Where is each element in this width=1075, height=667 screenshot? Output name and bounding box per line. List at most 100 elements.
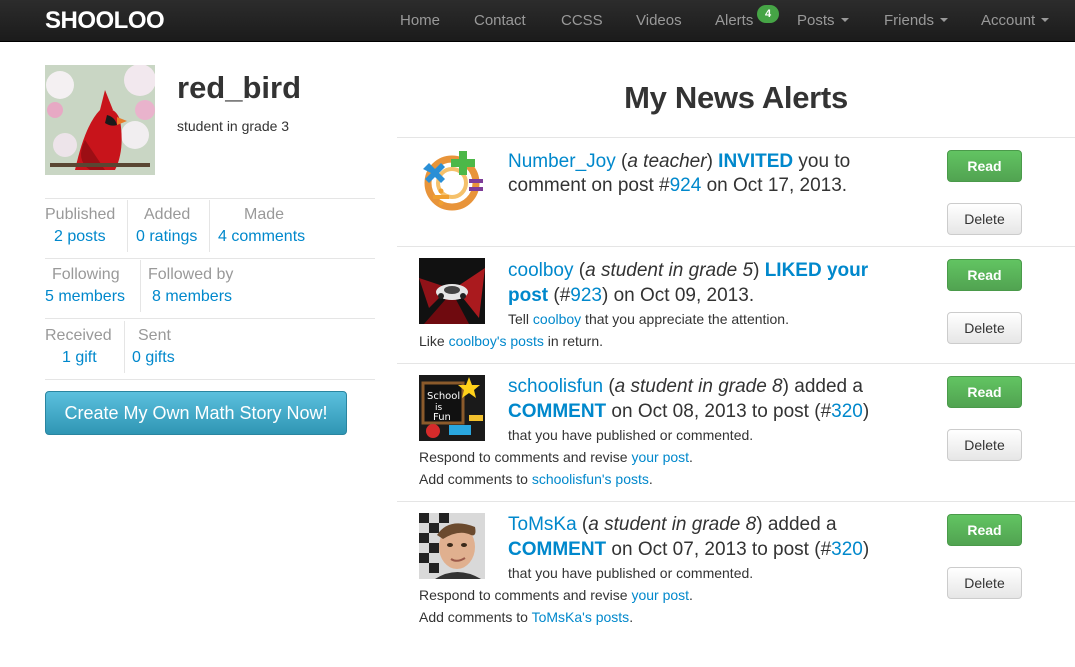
divider <box>397 363 1075 364</box>
create-math-story-button[interactable]: Create My Own Math Story Now! <box>45 391 347 435</box>
nav-posts-label: Posts <box>797 12 835 29</box>
divider <box>397 137 1075 138</box>
alert-text: added a <box>788 376 863 397</box>
svg-text:Fun: Fun <box>433 412 451 423</box>
read-button[interactable]: Read <box>947 376 1022 408</box>
brand-logo[interactable]: SHOOLOO <box>45 7 165 35</box>
sent-label: Sent <box>138 327 171 344</box>
caret-down-icon <box>940 18 949 22</box>
caret-down-icon <box>840 18 849 22</box>
delete-button[interactable]: Delete <box>947 203 1022 235</box>
alert-line-1: ToMsKa (a student in grade 8) added a <box>508 514 837 535</box>
alert-user-link[interactable]: coolboy <box>508 260 574 281</box>
following-value-link[interactable]: 5 members <box>45 288 125 306</box>
profile-username: red_bird <box>177 70 302 105</box>
delete-button[interactable]: Delete <box>947 312 1022 344</box>
alert-post-link[interactable]: 320 <box>831 401 863 422</box>
nav-posts[interactable]: Posts <box>797 12 849 29</box>
caret-down-icon <box>1041 18 1050 22</box>
received-label: Received <box>45 327 112 344</box>
nav-ccss[interactable]: CCSS <box>561 12 603 29</box>
divider <box>127 200 128 252</box>
made-value-link[interactable]: 4 comments <box>218 228 305 246</box>
delete-button[interactable]: Delete <box>947 567 1022 599</box>
alert-post-link[interactable]: 320 <box>831 539 863 560</box>
alert-posts-link[interactable]: coolboy's posts <box>449 333 544 349</box>
published-label: Published <box>45 206 116 223</box>
top-navbar: SHOOLOO Home Contact CCSS Videos Alerts … <box>0 0 1075 42</box>
divider <box>397 246 1075 247</box>
nav-friends-label: Friends <box>884 12 935 29</box>
nav-friends[interactable]: Friends <box>884 12 949 29</box>
alert-text: Respond to comments and revise <box>419 587 632 603</box>
alert-user-role: a student in grade 8 <box>614 376 783 397</box>
alert-text: . <box>648 471 653 487</box>
alert-line-1: coolboy (a student in grade 5) LIKED you… <box>508 260 869 281</box>
alert-text: on Oct 17, 2013. <box>701 175 848 196</box>
boy-photo-avatar[interactable] <box>419 513 485 579</box>
alert-action: COMMENT <box>508 401 607 422</box>
read-button[interactable]: Read <box>947 150 1022 182</box>
divider <box>45 198 375 199</box>
sent-value-link[interactable]: 0 gifts <box>132 349 175 367</box>
nav-alerts[interactable]: Alerts <box>715 12 753 29</box>
alert-text: Tell <box>508 311 533 327</box>
followed-by-value-link[interactable]: 8 members <box>152 288 232 306</box>
added-label: Added <box>144 206 191 223</box>
nav-account[interactable]: Account <box>981 12 1050 29</box>
alert-subtext: Like coolboy's posts in return. <box>419 333 603 349</box>
made-label: Made <box>244 206 285 223</box>
alert-line-2: comment on post #924 on Oct 17, 2013. <box>508 175 847 197</box>
divider <box>140 260 141 312</box>
alert-text: on Oct 08, 2013 to post (# <box>606 401 832 422</box>
received-value-link[interactable]: 1 gift <box>62 349 97 367</box>
alert-text: (# <box>548 285 571 306</box>
nav-account-label: Account <box>981 12 1036 29</box>
alert-text: . <box>629 609 634 625</box>
alert-text: comment on post # <box>508 175 670 196</box>
your-post-link[interactable]: your post <box>631 587 689 603</box>
alert-user-link[interactable]: coolboy <box>533 311 581 327</box>
your-post-link[interactable]: your post <box>631 449 689 465</box>
alert-post-link[interactable]: 924 <box>670 175 702 196</box>
nav-videos[interactable]: Videos <box>636 12 682 29</box>
school-is-fun-avatar[interactable]: School is Fun <box>419 375 485 441</box>
alert-post-link[interactable]: 923 <box>570 285 602 306</box>
alert-line-2: COMMENT on Oct 07, 2013 to post (#320) <box>508 539 869 561</box>
profile-subtitle: student in grade 3 <box>177 118 290 134</box>
read-button[interactable]: Read <box>947 514 1022 546</box>
alert-text: Respond to comments and revise <box>419 449 632 465</box>
divider <box>124 321 125 373</box>
alert-text: that you appreciate the attention. <box>581 311 789 327</box>
alert-subtext: Respond to comments and revise your post… <box>419 449 693 465</box>
alerts-count-badge: 4 <box>757 5 779 23</box>
alert-user-link[interactable]: ToMsKa <box>508 514 577 535</box>
alert-subtext: that you have published or commented. <box>508 565 754 581</box>
alert-text: . <box>689 449 693 465</box>
alert-subtext: Respond to comments and revise your post… <box>419 587 693 603</box>
alert-user-link[interactable]: schoolisfun <box>508 376 603 397</box>
alert-text: . <box>689 587 693 603</box>
math-symbols-avatar[interactable] <box>419 147 485 213</box>
svg-text:School: School <box>427 391 460 402</box>
alert-posts-link[interactable]: schoolisfun's posts <box>532 471 649 487</box>
delete-button[interactable]: Delete <box>947 429 1022 461</box>
alert-subtext: Add comments to schoolisfun's posts. <box>419 471 653 487</box>
alert-user-link[interactable]: Number_Joy <box>508 151 616 172</box>
alert-text: Add comments to <box>419 609 532 625</box>
divider <box>209 200 210 252</box>
alert-text: in return. <box>543 333 603 349</box>
alert-action[interactable]: post <box>508 285 548 306</box>
published-value-link[interactable]: 2 posts <box>54 228 106 246</box>
added-value-link[interactable]: 0 ratings <box>136 228 197 246</box>
alert-user-role: a student in grade 5 <box>585 260 754 281</box>
followed-by-label: Followed by <box>148 266 234 283</box>
alert-user-role: a teacher <box>627 151 707 172</box>
nav-contact[interactable]: Contact <box>474 12 526 29</box>
read-button[interactable]: Read <box>947 259 1022 291</box>
alert-text: ) <box>862 401 870 422</box>
alert-user-role: a student in grade 8 <box>588 514 757 535</box>
alert-posts-link[interactable]: ToMsKa's posts <box>532 609 630 625</box>
nav-home[interactable]: Home <box>400 12 440 29</box>
sports-car-avatar[interactable] <box>419 258 485 324</box>
